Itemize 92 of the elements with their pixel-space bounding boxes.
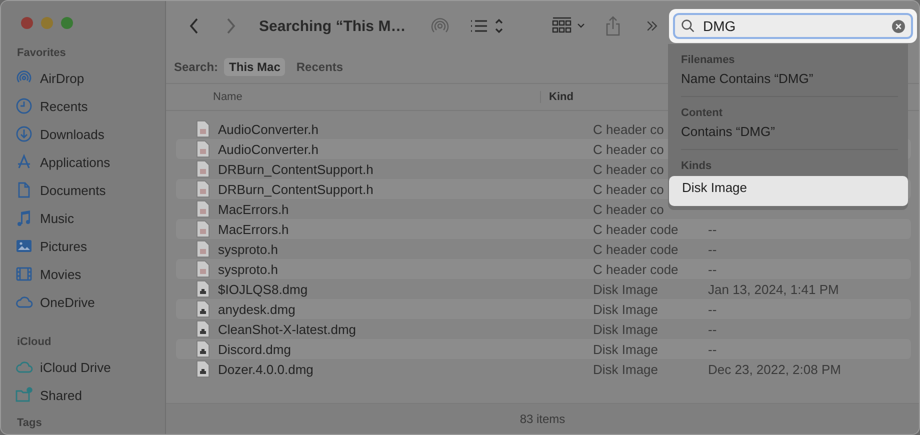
file-date: -- [708, 342, 717, 356]
file-date: -- [708, 222, 717, 236]
file-kind: Disk Image [593, 342, 658, 356]
download-icon [15, 125, 33, 143]
file-kind: Disk Image [593, 282, 658, 296]
file-name[interactable]: CleanShot-X-latest.dmg [218, 322, 593, 336]
file-name[interactable]: sysproto.h [218, 242, 593, 256]
file-date: Jan 13, 2024, 1:41 PM [708, 282, 839, 296]
file-kind: Disk Image [593, 302, 658, 316]
minimize-window-button[interactable] [41, 17, 53, 29]
disk-image-file-icon [196, 300, 210, 318]
file-date: -- [708, 322, 717, 336]
file-kind: C header co [593, 142, 664, 156]
zoom-window-button[interactable] [61, 17, 73, 29]
search-field[interactable]: DMG [673, 13, 913, 39]
clear-icon[interactable] [892, 20, 905, 32]
file-kind: Disk Image [593, 362, 658, 376]
file-kind: C header code [593, 222, 678, 236]
shared-folder-icon [15, 386, 33, 404]
file-name[interactable]: DRBurn_ContentSupport.h [218, 162, 593, 176]
file-date: -- [708, 302, 717, 316]
file-name[interactable]: $IOJLQS8.dmg [218, 282, 593, 296]
header-file-icon [196, 120, 210, 138]
disk-image-file-icon [196, 280, 210, 298]
back-icon[interactable] [188, 17, 200, 35]
file-kind: C header code [593, 242, 678, 256]
sidebar-item[interactable]: Shared [15, 381, 165, 409]
sidebar-item[interactable]: Music [15, 204, 165, 232]
close-window-button[interactable] [21, 17, 33, 29]
item-count: 83 items [520, 412, 566, 426]
scope-label: Search: [174, 60, 218, 74]
scope-option[interactable]: Recents [291, 58, 348, 76]
file-kind: Disk Image [593, 322, 658, 336]
sidebar-heading: Tags [17, 417, 43, 431]
header-file-icon [196, 160, 210, 178]
disk-image-file-icon [196, 340, 210, 358]
file-name[interactable]: sysproto.h [218, 262, 593, 276]
share-icon[interactable] [605, 15, 621, 37]
sidebar-item[interactable]: Pictures [15, 232, 165, 260]
music-note-icon [15, 209, 33, 227]
sidebar-item[interactable]: AirDrop [15, 64, 165, 92]
more-chevrons-icon[interactable] [645, 19, 659, 33]
sidebar-item[interactable]: OneDrive [15, 288, 165, 316]
file-name[interactable]: AudioConverter.h [218, 142, 593, 156]
file-date: Dec 23, 2022, 2:08 PM [708, 362, 841, 376]
column-header[interactable]: Kind [541, 91, 574, 103]
file-kind: C header co [593, 182, 664, 196]
disk-image-file-icon [196, 320, 210, 338]
forward-icon[interactable] [225, 17, 237, 35]
file-kind: C header co [593, 122, 664, 136]
film-icon [15, 265, 33, 283]
list-view-icon[interactable] [469, 16, 505, 36]
file-name[interactable]: anydesk.dmg [218, 302, 593, 316]
column-header[interactable]: Name [166, 91, 541, 103]
sidebar-heading: Favorites [17, 47, 67, 61]
menu-item[interactable]: Contains “DMG” [668, 121, 908, 141]
sidebar-item[interactable]: Documents [15, 176, 165, 204]
sidebar-heading: iCloud [17, 336, 52, 350]
menu-heading: Filenames [680, 53, 736, 68]
file-name[interactable]: AudioConverter.h [218, 122, 593, 136]
disk-image-file-icon [196, 360, 210, 378]
menu-item[interactable]: Disk Image [669, 176, 908, 206]
scope-option[interactable]: This Mac [224, 58, 286, 76]
file-date: -- [708, 242, 717, 256]
header-file-icon [196, 260, 210, 278]
header-file-icon [196, 220, 210, 238]
file-kind: C header code [593, 262, 678, 276]
clock-icon [15, 97, 33, 115]
header-file-icon [196, 140, 210, 158]
sidebar-item[interactable]: iCloud Drive [15, 353, 165, 381]
file-kind: C header co [593, 202, 664, 216]
sidebar-item[interactable]: Movies [15, 260, 165, 288]
file-name[interactable]: Dozer.4.0.0.dmg [218, 362, 593, 376]
header-file-icon [196, 180, 210, 198]
file-name[interactable]: MacErrors.h [218, 222, 593, 236]
file-date: -- [708, 262, 717, 276]
header-file-icon [196, 200, 210, 218]
sidebar-item[interactable]: Applications [15, 148, 165, 176]
sidebar-item[interactable]: Recents [15, 92, 165, 120]
applications-icon [15, 153, 33, 171]
file-name[interactable]: DRBurn_ContentSupport.h [218, 182, 593, 196]
file-name[interactable]: MacErrors.h [218, 202, 593, 216]
file-name[interactable]: Discord.dmg [218, 342, 593, 356]
menu-heading: Content [680, 106, 724, 121]
header-file-icon [196, 240, 210, 258]
picture-icon [15, 237, 33, 255]
file-kind: C header co [593, 162, 664, 176]
sidebar-item[interactable]: Downloads [15, 120, 165, 148]
menu-heading: Kinds [680, 159, 713, 174]
window-title: Searching “This M… [259, 18, 407, 34]
search-icon [681, 19, 695, 33]
menu-item[interactable]: Name Contains “DMG” [668, 68, 908, 88]
